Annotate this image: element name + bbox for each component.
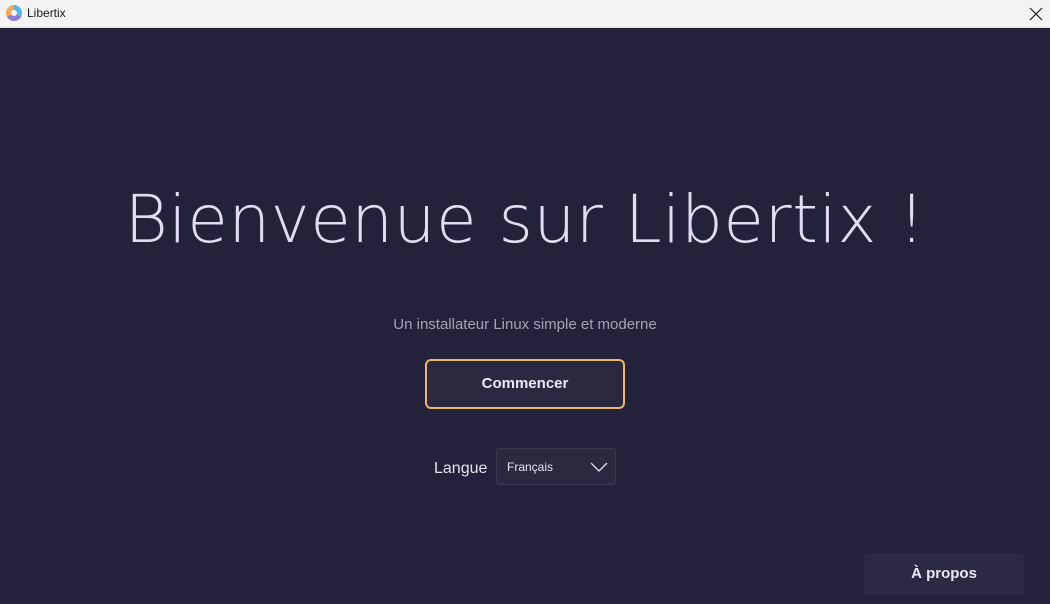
language-selected-value: Français <box>507 460 554 474</box>
close-window-button[interactable] <box>1022 0 1050 28</box>
libertix-logo-icon <box>6 5 22 21</box>
start-button[interactable]: Commencer <box>425 359 625 409</box>
about-button[interactable]: À propos <box>864 553 1024 595</box>
chevron-down-icon <box>590 462 608 472</box>
welcome-subtitle: Un installateur Linux simple et moderne <box>393 316 657 333</box>
welcome-screen: Bienvenue sur Libertix ! Un installateur… <box>0 28 1050 604</box>
language-label: Langue <box>434 460 488 477</box>
window-title: Libertix <box>27 6 66 20</box>
close-icon <box>1029 7 1043 21</box>
welcome-title: Bienvenue sur Libertix ! <box>124 181 926 258</box>
window-titlebar: Libertix <box>0 0 1050 28</box>
language-select[interactable]: Français <box>496 448 616 485</box>
